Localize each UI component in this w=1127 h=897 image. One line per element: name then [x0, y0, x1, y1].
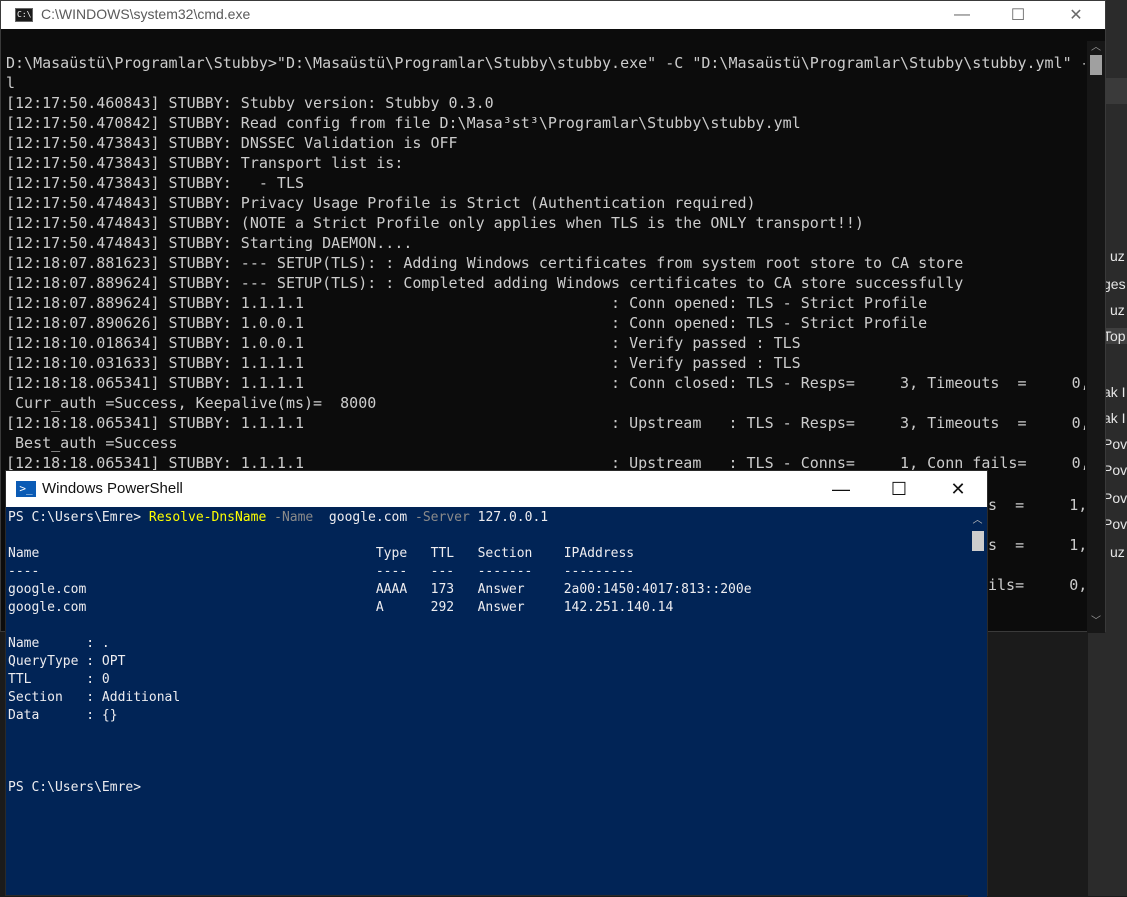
cmd-output-fragment: ils= 0, — [988, 576, 1088, 594]
cmd-output-line: [12:18:07.889624] STUBBY: --- SETUP(TLS)… — [6, 274, 964, 292]
powershell-window[interactable]: >_ Windows PowerShell — ☐ ✕ PS C:\Users\… — [5, 470, 988, 897]
cmd-output-line: [12:17:50.474843] STUBBY: Starting DAEMO… — [6, 234, 413, 252]
cmdlet-name: Resolve-DnsName — [148, 510, 267, 525]
cmd-scrollbar[interactable]: ︿ ﹀ — [1087, 41, 1105, 633]
console-icon: C:\ — [15, 8, 33, 22]
cmd-minimize-button[interactable]: — — [933, 1, 991, 29]
background-list-item: ges — [1103, 276, 1126, 292]
cmd-output-line: [12:18:10.031633] STUBBY: 1.1.1.1 : Veri… — [6, 354, 801, 372]
detail-line: TTL : 0 — [8, 672, 110, 687]
powershell-minimize-button[interactable]: — — [812, 475, 870, 503]
detail-line: Data : {} — [8, 708, 118, 723]
cmd-output-line: [12:17:50.473843] STUBBY: DNSSEC Validat… — [6, 134, 458, 152]
param-value: 127.0.0.1 — [477, 510, 549, 525]
cmd-output-fragment: s = 1, — [988, 536, 1088, 554]
background-list-item: uz — [1110, 248, 1125, 264]
background-list-item: ak I — [1103, 410, 1126, 426]
background-list-item: uz — [1110, 302, 1125, 318]
scroll-up-arrow-icon[interactable]: ︿ — [1087, 41, 1105, 55]
cmd-output-line: [12:18:07.889624] STUBBY: 1.1.1.1 : Conn… — [6, 294, 928, 312]
cmd-output-line: Curr_auth =Success, Keepalive(ms)= 8000 — [6, 394, 377, 412]
cmd-scroll-thumb[interactable] — [1090, 55, 1102, 75]
powershell-console-output[interactable]: PS C:\Users\Emre> Resolve-DnsName -Name … — [6, 507, 968, 897]
table-row: google.com AAAA 173 Answer 2a00:1450:401… — [8, 582, 752, 597]
cmd-output-fragment: s = 1, — [988, 496, 1088, 514]
cmd-close-button[interactable]: ✕ — [1047, 1, 1105, 29]
table-divider: ---- ---- --- ------- --------- — [8, 564, 635, 579]
powershell-icon: >_ — [16, 481, 36, 497]
detail-line: Section : Additional — [8, 690, 181, 705]
cmd-output-line: [12:18:18.065341] STUBBY: 1.1.1.1 : Conn… — [6, 374, 1085, 392]
background-list-item: uz — [1110, 544, 1125, 560]
cmd-output-line: [12:17:50.474843] STUBBY: Privacy Usage … — [6, 194, 756, 212]
powershell-window-title: Windows PowerShell — [42, 480, 183, 497]
background-list-item: Top — [1103, 328, 1127, 344]
param-flag: -Name — [274, 510, 314, 525]
cmd-output-line: [12:17:50.460843] STUBBY: Stubby version… — [6, 94, 494, 112]
background-list-item: Pov — [1103, 490, 1127, 506]
scroll-down-arrow-icon[interactable]: ﹀ — [1087, 615, 1105, 629]
background-list-item: Pov — [1103, 462, 1127, 478]
cmd-maximize-button[interactable]: ☐ — [989, 1, 1047, 29]
prompt: PS C:\Users\Emre> — [8, 510, 142, 525]
cmd-titlebar[interactable]: C:\ C:\WINDOWS\system32\cmd.exe — ☐ ✕ — [1, 1, 1105, 29]
powershell-scrollbar[interactable]: ︿ — [968, 507, 987, 897]
powershell-command-line: PS C:\Users\Emre> Resolve-DnsName -Name … — [8, 509, 548, 527]
detail-line: QueryType : OPT — [8, 654, 126, 669]
cmd-output-line: [12:17:50.473843] STUBBY: Transport list… — [6, 154, 404, 172]
cmd-output-line: D:\Masaüstü\Programlar\Stubby>"D:\Masaüs… — [6, 54, 1085, 72]
cmd-output-line: [12:17:50.474843] STUBBY: (NOTE a Strict… — [6, 214, 864, 232]
scroll-up-arrow-icon[interactable]: ︿ — [968, 511, 987, 526]
cmd-output-line: [12:17:50.473843] STUBBY: - TLS — [6, 174, 305, 192]
powershell-titlebar[interactable]: >_ Windows PowerShell — ☐ ✕ — [6, 471, 987, 507]
powershell-scroll-thumb[interactable] — [972, 531, 984, 551]
param-value: google.com — [328, 510, 408, 525]
background-list-item: ak I — [1103, 384, 1126, 400]
cmd-output-line: [12:18:18.065341] STUBBY: 1.1.1.1 : Upst… — [6, 414, 1085, 432]
table-row: google.com A 292 Answer 142.251.140.14 — [8, 600, 674, 615]
cmd-output-line: [12:18:07.890626] STUBBY: 1.0.0.1 : Conn… — [6, 314, 928, 332]
powershell-close-button[interactable]: ✕ — [929, 475, 987, 503]
cmd-output-line: Best_auth =Success — [6, 434, 178, 452]
background-list-item: Pov — [1103, 436, 1127, 452]
detail-line: Name : . — [8, 636, 110, 651]
table-header: Name Type TTL Section IPAddress — [8, 546, 635, 561]
cmd-output-line: l — [6, 74, 16, 92]
cmd-output-line: [12:18:10.018634] STUBBY: 1.0.0.1 : Veri… — [6, 334, 801, 352]
powershell-maximize-button[interactable]: ☐ — [870, 475, 928, 503]
cmd-window-title: C:\WINDOWS\system32\cmd.exe — [41, 6, 251, 22]
background-list-item: Pov — [1103, 516, 1127, 532]
powershell-final-prompt[interactable]: PS C:\Users\Emre> — [8, 779, 141, 797]
cmd-output-line: [12:17:50.470842] STUBBY: Read config fr… — [6, 114, 801, 132]
cmd-output-line: [12:18:07.881623] STUBBY: --- SETUP(TLS)… — [6, 254, 964, 272]
param-flag: -Server — [415, 510, 470, 525]
